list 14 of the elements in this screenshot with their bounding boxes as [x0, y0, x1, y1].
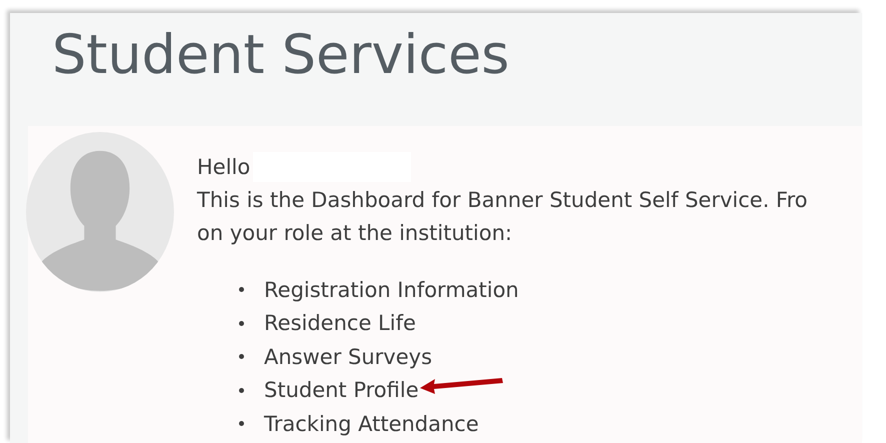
bullet-icon	[239, 421, 244, 426]
list-item: Residence Life	[264, 311, 416, 336]
list-item: Student Profile	[264, 378, 419, 402]
intro-text: on your role at the institution:	[197, 220, 514, 247]
bullet-icon	[239, 287, 244, 292]
page-title: Student Services	[51, 22, 510, 88]
list-item: Answer Surveys	[264, 344, 432, 369]
bullet-icon	[239, 388, 244, 393]
greeting-text: Hello	[197, 155, 250, 179]
list-item: Tracking Attendance	[264, 412, 479, 436]
bullet-icon	[239, 320, 244, 326]
intro-text: This is the Dashboard for Banner Student Self Service. Fro	[197, 187, 808, 214]
bullet-icon	[239, 354, 244, 360]
list-item: Registration Information	[264, 278, 519, 302]
